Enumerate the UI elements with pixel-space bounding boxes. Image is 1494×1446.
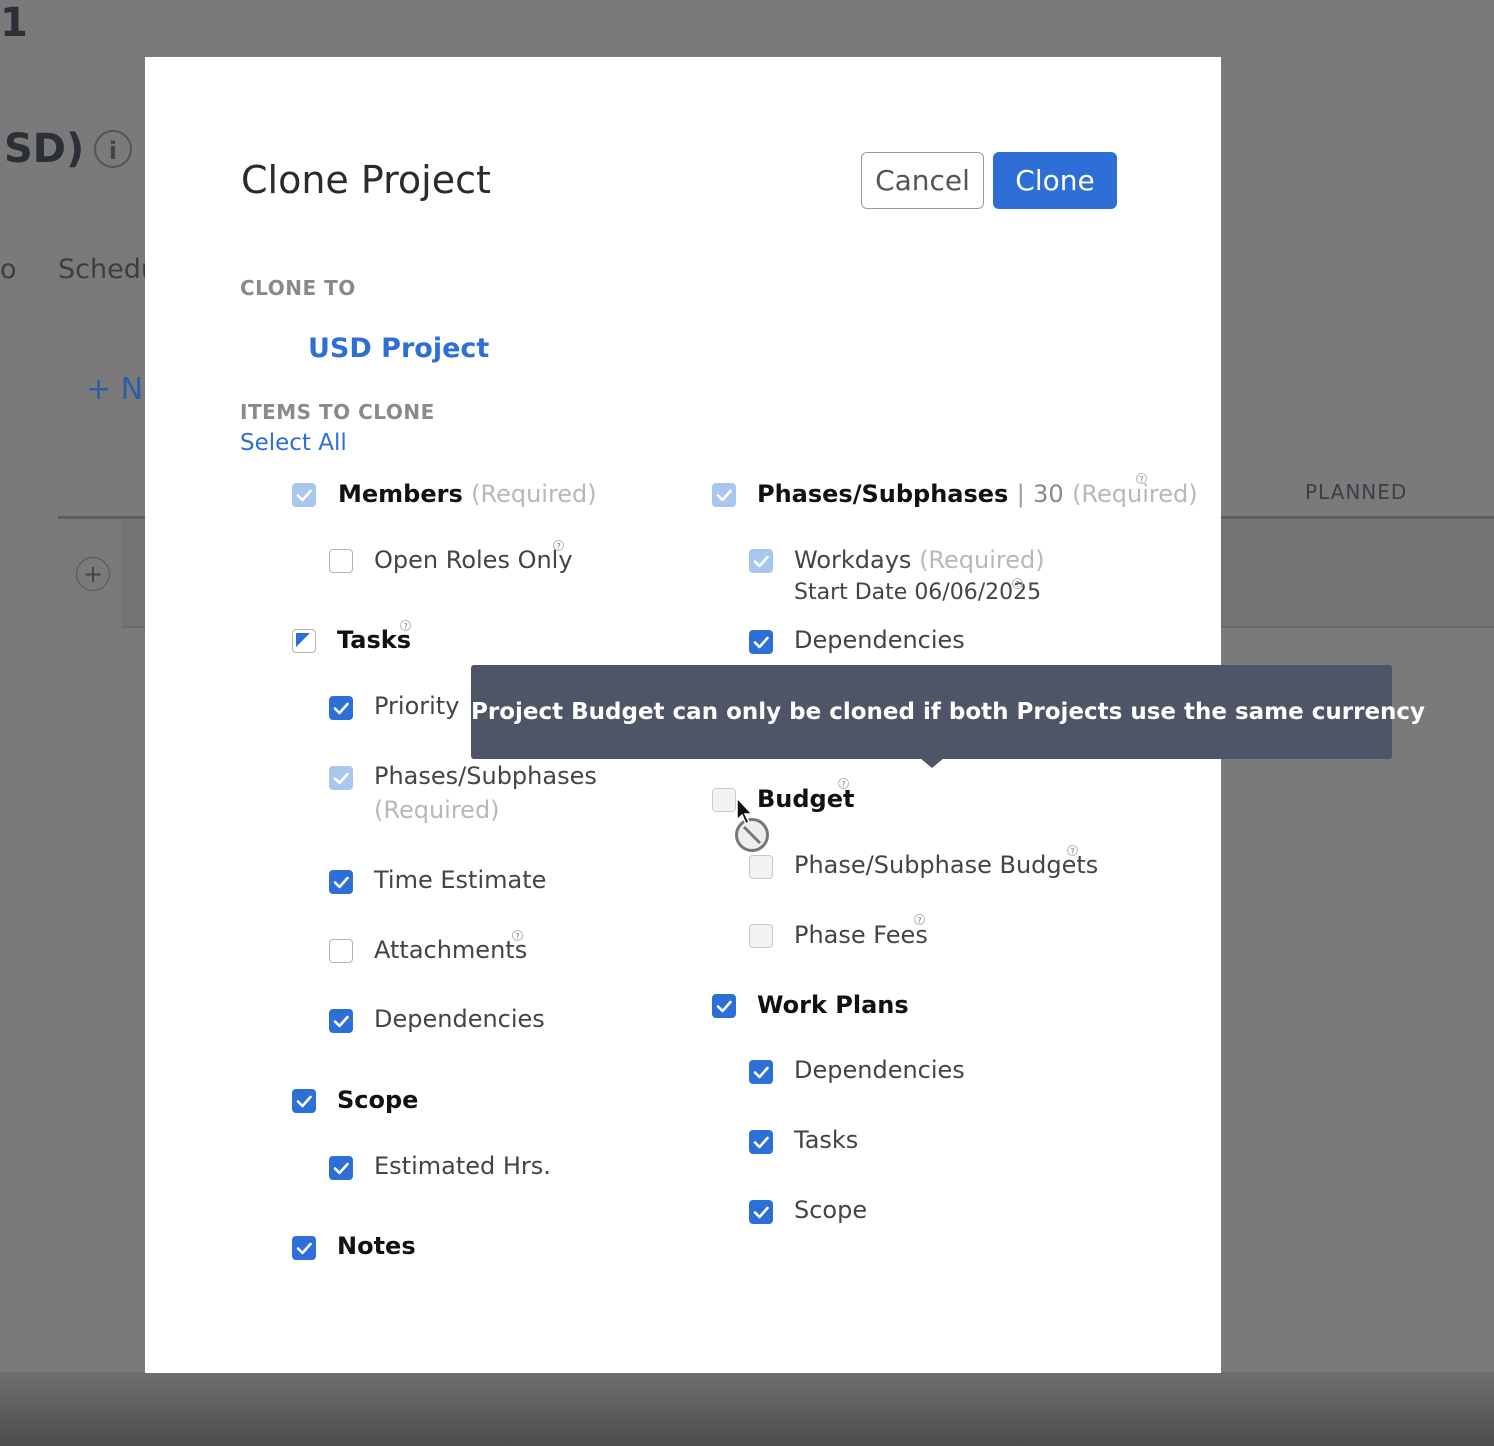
time-estimate-label: Time Estimate [374,866,547,894]
help-icon[interactable]: ? [1012,578,1023,589]
phases-label: Phases/Subphases | 30 (Required) [757,480,1198,508]
phase-budgets-checkbox [749,855,773,879]
required-text: (Required) [919,546,1045,574]
clone-button[interactable]: Clone [993,152,1117,209]
phases-text: Phases/Subphases [757,480,1009,508]
estimated-hrs-label: Estimated Hrs. [374,1152,551,1180]
phase-fees-checkbox [749,924,773,948]
wp-scope-checkbox[interactable] [749,1200,773,1224]
add-row-icon[interactable]: + [76,557,110,591]
separator: | [1016,480,1025,508]
workdays-label: Workdays (Required) [794,546,1045,574]
required-text: (Required) [1072,480,1198,508]
phase-dependencies-label: Dependencies [794,626,965,654]
wp-tasks-checkbox[interactable] [749,1130,773,1154]
phase-dependencies-checkbox[interactable] [749,630,773,654]
work-plans-label: Work Plans [757,991,909,1019]
time-estimate-checkbox[interactable] [329,870,353,894]
help-icon[interactable]: ? [838,778,849,789]
members-checkbox [292,483,316,507]
help-icon[interactable]: ? [914,914,925,925]
wp-dependencies-label: Dependencies [794,1056,965,1084]
priority-label: Priority [374,692,460,720]
help-icon[interactable]: ? [1136,473,1147,484]
page-title-fragment: 1 [0,0,28,46]
tooltip-arrow [920,758,944,768]
priority-checkbox[interactable] [329,696,353,720]
wp-dependencies-checkbox[interactable] [749,1060,773,1084]
open-roles-only-checkbox[interactable] [329,549,353,573]
open-roles-only-label: Open Roles Only [374,546,573,574]
tasks-checkbox[interactable] [292,629,316,653]
task-phases-required: (Required) [374,796,500,824]
members-label: Members (Required) [338,480,597,508]
attachments-label: Attachments [374,936,528,964]
task-dependencies-label: Dependencies [374,1005,545,1033]
help-icon[interactable]: ? [1067,845,1078,856]
select-all-link[interactable]: Select All [240,430,347,456]
tab-fragment-1[interactable]: o [0,254,17,285]
task-phases-checkbox [329,766,353,790]
target-project-link[interactable]: USD Project [308,333,489,364]
estimated-hrs-checkbox[interactable] [329,1156,353,1180]
task-phases-label: Phases/Subphases [374,762,597,790]
scope-label: Scope [337,1086,419,1114]
project-name-fragment: SD) [4,126,85,172]
phase-budgets-label: Phase/Subphase Budgets [794,851,1099,879]
help-icon[interactable]: ? [512,930,523,941]
wp-tasks-label: Tasks [794,1126,859,1154]
start-date-link[interactable]: Start Date 06/06/2025 [794,580,1041,605]
phase-count: 30 [1033,480,1064,508]
notes-checkbox[interactable] [292,1236,316,1260]
wp-scope-label: Scope [794,1196,868,1224]
currency-tooltip: Project Budget can only be cloned if bot… [471,665,1426,759]
help-icon[interactable]: ? [400,620,411,631]
planned-column-header: PLANNED [1305,480,1408,504]
cancel-button[interactable]: Cancel [861,152,984,209]
mouse-pointer-icon [735,796,755,830]
tooltip-text: Project Budget can only be cloned if bot… [471,699,1426,725]
phases-checkbox [712,483,736,507]
tasks-label: Tasks [337,626,412,654]
members-text: Members [338,480,463,508]
bottom-shade [0,1372,1494,1446]
task-dependencies-checkbox[interactable] [329,1009,353,1033]
modal-title: Clone Project [241,158,491,202]
budget-checkbox[interactable] [712,788,736,812]
attachments-checkbox[interactable] [329,939,353,963]
tab-schedule[interactable]: Schedu [58,254,158,285]
phase-fees-label: Phase Fees [794,921,928,949]
budget-label: Budget [757,785,855,813]
scope-checkbox[interactable] [292,1089,316,1113]
items-to-clone-label: ITEMS TO CLONE [240,400,435,424]
workdays-checkbox [749,549,773,573]
clone-to-label: CLONE TO [240,276,356,300]
required-text: (Required) [471,480,597,508]
workdays-text: Workdays [794,546,912,574]
notes-label: Notes [337,1232,416,1260]
info-icon[interactable]: i [94,130,132,168]
help-icon[interactable]: ? [553,540,564,551]
work-plans-checkbox[interactable] [712,994,736,1018]
